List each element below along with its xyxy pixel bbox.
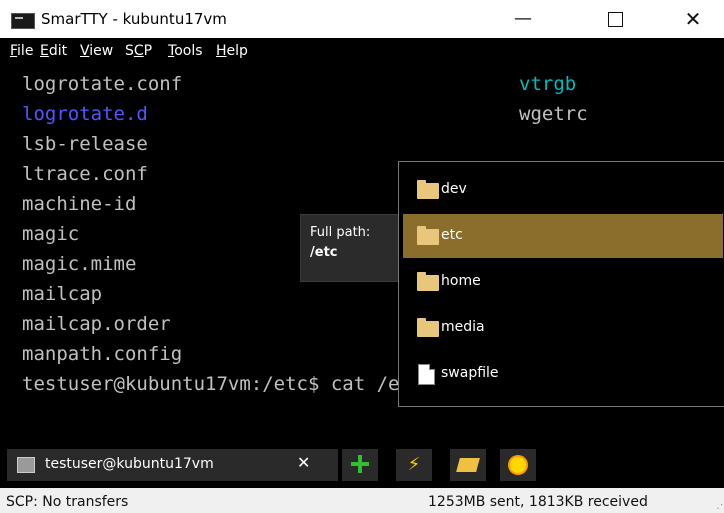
status-bar: SCP: No transfers 1253MB sent, 1813KB re…	[0, 488, 724, 513]
resize-grip-icon[interactable]: ⋰	[716, 498, 724, 511]
session-tab[interactable]: testuser@kubuntu17vm ✕	[7, 449, 338, 481]
terminal-line-cyan: vtrgb	[519, 73, 577, 95]
terminal-line: mailcap	[22, 283, 103, 305]
terminal-line: lsb-release	[22, 133, 148, 155]
file-icon	[418, 364, 435, 385]
menu-help[interactable]: Help	[216, 43, 248, 59]
quick-action-button[interactable]: ⚡	[396, 449, 432, 481]
session-tab-label: testuser@kubuntu17vm	[45, 456, 214, 472]
close-button[interactable]: ✕	[670, 0, 716, 38]
tooltip-label: Full path:	[310, 225, 371, 240]
folder-icon	[417, 272, 439, 291]
quick-action-icon: ⚡	[407, 454, 421, 475]
tooltip-path: /etc	[310, 245, 338, 260]
terminal-line: logrotate.conf	[22, 73, 183, 95]
folder-icon	[417, 226, 439, 245]
terminal-line: machine-id	[22, 193, 137, 215]
completion-label: swapfile	[441, 365, 499, 381]
close-tab-button[interactable]: ✕	[297, 453, 310, 472]
terminal-line: mailcap.order	[22, 313, 171, 335]
terminal-line-directory: logrotate.d	[22, 103, 148, 125]
folder-icon	[417, 318, 439, 337]
prompt-text: testuser@kubuntu17vm:/etc$ cat /e	[22, 373, 400, 395]
completion-item-dev[interactable]: dev	[403, 168, 723, 212]
maximize-button[interactable]	[592, 0, 638, 38]
terminal-line: wgetrc	[519, 103, 588, 125]
open-folder-icon	[456, 458, 480, 472]
tab-bar: testuser@kubuntu17vm ✕ ⚡	[0, 441, 724, 481]
folder-icon	[417, 180, 439, 199]
terminal-line: magic	[22, 223, 80, 245]
completion-item-swapfile[interactable]: swapfile	[403, 352, 723, 396]
menu-scp[interactable]: SCP	[125, 43, 152, 59]
completion-label: home	[441, 273, 481, 289]
terminal-line: ltrace.conf	[22, 163, 148, 185]
menu-tools[interactable]: Tools	[168, 43, 203, 59]
terminal-line: magic.mime	[22, 253, 137, 275]
new-session-icon	[351, 455, 369, 473]
minimize-button[interactable]: —	[500, 0, 546, 38]
menu-file[interactable]: File	[10, 43, 33, 59]
open-folder-button[interactable]	[450, 449, 486, 481]
completion-label: dev	[441, 181, 467, 197]
terminal-app-icon	[11, 13, 35, 29]
completion-item-etc[interactable]: etc	[403, 214, 723, 258]
title-bar[interactable]: SmarTTY - kubuntu17vm — ✕	[0, 0, 724, 38]
terminal-line: manpath.config	[22, 343, 183, 365]
menu-edit[interactable]: Edit	[40, 43, 67, 59]
completion-item-media[interactable]: media	[403, 306, 723, 350]
completion-label: media	[441, 319, 485, 335]
menu-bar: File Edit View SCP Tools Help	[0, 38, 724, 66]
settings-sun-icon	[510, 457, 526, 473]
command-prompt[interactable]: testuser@kubuntu17vm:/etc$ cat /e	[22, 373, 415, 395]
transfer-stats: 1253MB sent, 1813KB received	[428, 494, 648, 510]
session-tab-icon	[17, 457, 35, 473]
completion-item-home[interactable]: home	[403, 260, 723, 304]
smartty-window: SmarTTY - kubuntu17vm — ✕ File Edit View…	[0, 0, 724, 513]
new-session-button[interactable]	[342, 449, 378, 481]
full-path-tooltip: Full path: /etc	[300, 214, 400, 282]
autocomplete-popup: dev etc home media swapfile	[398, 161, 724, 407]
menu-view[interactable]: View	[80, 43, 113, 59]
window-title: SmarTTY - kubuntu17vm	[41, 10, 227, 28]
maximize-icon	[607, 11, 623, 27]
completion-label: etc	[441, 227, 463, 243]
scp-status: SCP: No transfers	[6, 494, 129, 510]
settings-button[interactable]	[500, 449, 536, 481]
